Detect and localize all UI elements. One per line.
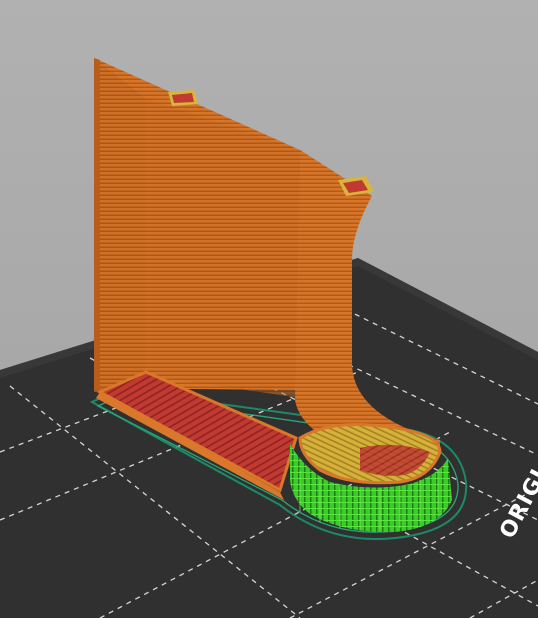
3d-print-preview-viewport[interactable]: ORIGI xyxy=(0,0,538,618)
left-wall-inner xyxy=(94,58,145,392)
inner-back-face xyxy=(145,98,300,398)
preview-scene[interactable]: ORIGI xyxy=(0,0,538,618)
left-edge xyxy=(94,58,100,392)
top-tab-left xyxy=(168,90,198,106)
